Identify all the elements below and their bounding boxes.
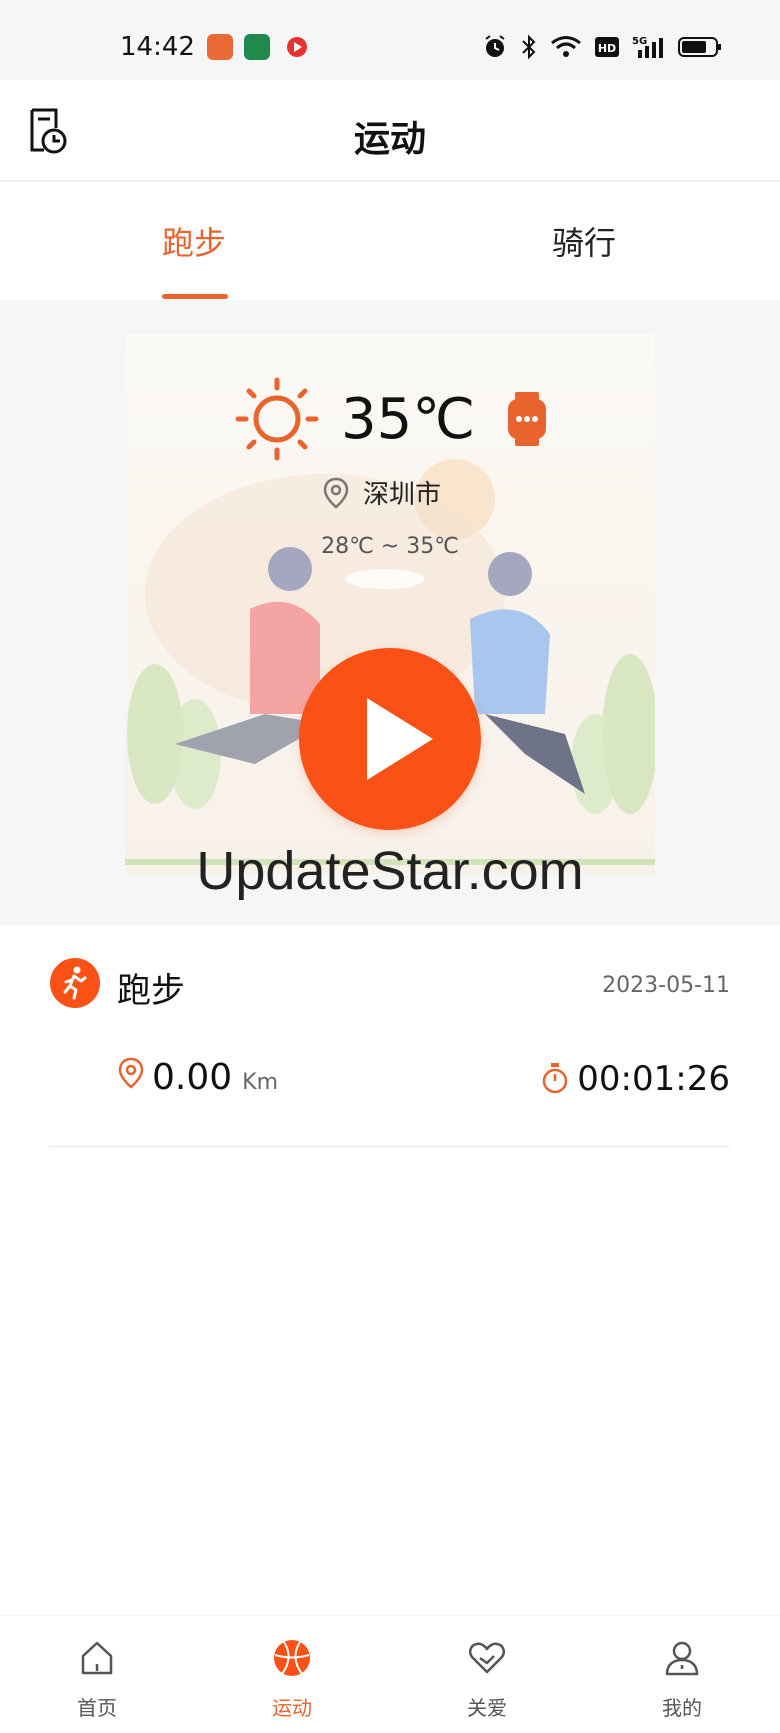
sun-icon <box>235 377 319 461</box>
status-bar: 14:42 HD 5G <box>0 0 780 80</box>
hero-section: 35℃ 深圳市 28℃ ~ 35℃ <box>0 300 780 925</box>
app-screen: 14:42 HD 5G 运动 跑步 骑行 35℃ 深圳市 28℃ ~ 35℃ U… <box>0 0 780 1733</box>
nav-sport-label: 运动 <box>272 1696 312 1720</box>
svg-text:5G: 5G <box>632 36 647 47</box>
home-icon <box>81 1641 113 1675</box>
bluetooth-icon <box>522 34 536 60</box>
record-type-label: 跑步 <box>117 971 185 1011</box>
distance-value: 0.00 <box>152 1057 233 1098</box>
nav-care[interactable]: 关爱 <box>427 1616 547 1733</box>
svg-text:HD: HD <box>598 42 616 55</box>
location-pin-icon <box>323 477 349 509</box>
battery-icon <box>678 37 721 57</box>
duration-value: 00:01:26 <box>577 1059 730 1099</box>
alarm-icon <box>485 35 505 57</box>
distance-pin-icon <box>118 1057 144 1089</box>
nav-home-label: 首页 <box>77 1696 117 1720</box>
5g-signal-icon: 5G <box>632 36 663 58</box>
active-tab-indicator <box>162 294 228 299</box>
temperature-value: 35℃ <box>341 386 476 452</box>
header-bar: 运动 <box>0 80 780 182</box>
hd-icon: HD <box>595 37 619 57</box>
user-icon <box>665 1641 699 1676</box>
stopwatch-icon <box>543 1063 568 1094</box>
distance-row: 0.00 Km <box>118 1057 278 1098</box>
nav-sport[interactable]: 运动 <box>232 1616 352 1733</box>
city-row: 深圳市 <box>323 474 441 511</box>
status-indicators: HD 5G <box>482 34 722 60</box>
oppo-app-icon <box>244 34 270 60</box>
page-title: 运动 <box>353 119 426 160</box>
weather-row: 35℃ <box>235 374 549 464</box>
nav-home[interactable]: 首页 <box>37 1616 157 1733</box>
status-time: 14:42 <box>120 32 195 62</box>
watch-icon[interactable] <box>505 390 549 448</box>
basketball-icon <box>274 1640 310 1676</box>
runner-icon <box>50 958 100 1008</box>
wifi-icon <box>551 36 581 57</box>
play-icon <box>367 698 433 780</box>
heart-icon <box>468 1642 506 1674</box>
duration-row: 00:01:26 <box>541 1059 730 1099</box>
nav-care-label: 关爱 <box>467 1696 507 1720</box>
orange-app-icon <box>207 34 233 60</box>
record-date: 2023-05-11 <box>602 973 730 998</box>
tab-cycling[interactable]: 骑行 <box>552 218 616 264</box>
bottom-navigation: 首页 运动 关爱 我的 <box>0 1615 780 1733</box>
start-run-button[interactable] <box>299 648 481 830</box>
nav-profile[interactable]: 我的 <box>622 1616 742 1733</box>
city-name: 深圳市 <box>363 480 442 510</box>
watermark-text: UpdateStar.com <box>196 841 584 901</box>
tab-bar: 跑步 骑行 <box>0 182 780 300</box>
workout-record[interactable]: 跑步 2023-05-11 0.00 Km 00:01:26 <box>50 925 730 1147</box>
red-play-app-icon <box>284 34 310 60</box>
distance-unit: Km <box>242 1070 279 1095</box>
nav-profile-label: 我的 <box>662 1696 702 1720</box>
tab-running[interactable]: 跑步 <box>162 218 226 264</box>
temperature-range: 28℃ ~ 35℃ <box>321 534 459 559</box>
